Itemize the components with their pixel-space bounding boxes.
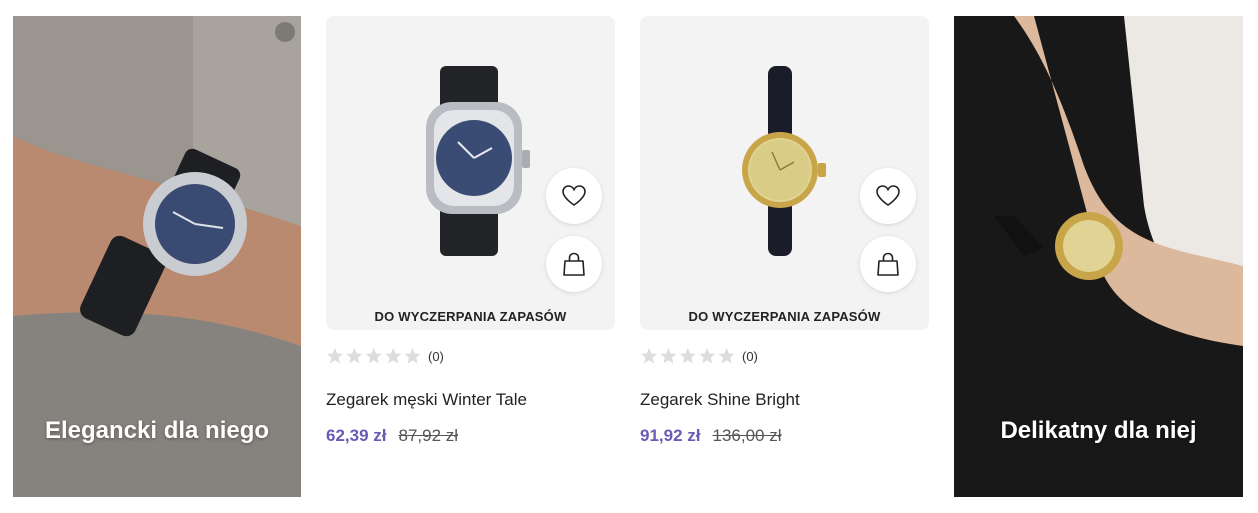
add-to-cart-button[interactable]: [860, 236, 916, 292]
rating-stars: (0): [326, 346, 615, 366]
promo-title-women: Delikatny dla niej: [1000, 417, 1197, 444]
price-block: 62,39 zł 87,92 zł: [326, 426, 615, 446]
add-to-favorites-button[interactable]: [860, 168, 916, 224]
heart-icon: [876, 185, 900, 206]
shopping-bag-icon: [877, 252, 899, 276]
product-name[interactable]: Zegarek męski Winter Tale: [326, 390, 615, 410]
add-to-cart-button[interactable]: [546, 236, 602, 292]
promo-banner-men[interactable]: Elegancki dla niego: [13, 16, 301, 497]
promo-title-men: Elegancki dla niego: [44, 417, 270, 444]
promo-banner-women[interactable]: Delikatny dla niej: [954, 16, 1243, 497]
star-rating-icons: [641, 348, 735, 364]
product-card[interactable]: DO WYCZERPANIA ZAPASÓW (0) Zegarek Shine…: [640, 16, 929, 446]
old-price: 136,00 zł: [712, 426, 782, 445]
star-rating-icons: [327, 348, 421, 364]
current-price: 91,92 zł: [640, 426, 701, 445]
price-block: 91,92 zł 136,00 zł: [640, 426, 929, 446]
product-name[interactable]: Zegarek Shine Bright: [640, 390, 929, 410]
add-to-favorites-button[interactable]: [546, 168, 602, 224]
shopping-bag-icon: [563, 252, 585, 276]
product-image-box[interactable]: DO WYCZERPANIA ZAPASÓW: [326, 16, 615, 330]
review-count[interactable]: (0): [742, 349, 758, 364]
product-card[interactable]: DO WYCZERPANIA ZAPASÓW (0) Zegarek męski…: [326, 16, 615, 446]
review-count[interactable]: (0): [428, 349, 444, 364]
old-price: 87,92 zł: [398, 426, 459, 445]
heart-icon: [562, 185, 586, 206]
current-price: 62,39 zł: [326, 426, 387, 445]
stock-label: DO WYCZERPANIA ZAPASÓW: [374, 309, 567, 324]
stock-label: DO WYCZERPANIA ZAPASÓW: [688, 309, 881, 324]
product-image-box[interactable]: DO WYCZERPANIA ZAPASÓW: [640, 16, 929, 330]
rating-stars: (0): [640, 346, 929, 366]
